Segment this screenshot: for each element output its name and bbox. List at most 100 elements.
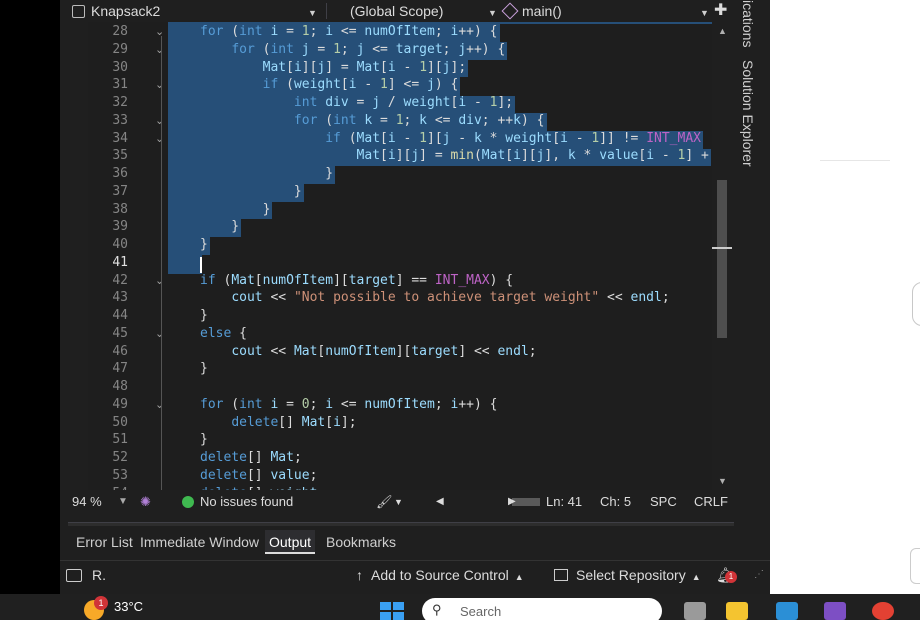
task-view-icon[interactable] [684, 602, 706, 620]
code-line[interactable]: } [200, 202, 271, 217]
code-line[interactable]: int div = j / weight[i - 1]; [200, 95, 513, 110]
side-stub [910, 548, 920, 584]
code-editor[interactable]: 28 for (int i = 1; i <= numOfItem; i++) {… [88, 22, 712, 490]
code-line[interactable]: else { [200, 326, 247, 341]
scroll-right-arrow-icon[interactable]: ▶ [508, 490, 516, 514]
caret-up-icon: ▲ [691, 572, 701, 582]
vscode-icon[interactable] [776, 602, 798, 620]
selection-mask-segment [703, 130, 712, 149]
bottom-panel-tabs: Error List Immediate Window Output Bookm… [68, 530, 768, 554]
code-line[interactable]: for (int i = 0; i <= numOfItem; i++) { [200, 397, 497, 412]
check-circle-icon [182, 496, 194, 508]
project-dropdown[interactable]: Knapsack2 [72, 0, 322, 22]
code-line[interactable]: cout << Mat[numOfItem][target] << endl; [200, 344, 536, 359]
visual-studio-icon[interactable] [824, 602, 846, 620]
whitespace-indicator[interactable]: SPC [650, 490, 677, 514]
scope-dropdown[interactable]: (Global Scope) [350, 0, 443, 22]
tab-immediate-window[interactable]: Immediate Window [136, 530, 263, 554]
code-line[interactable]: } [200, 361, 208, 376]
code-line[interactable]: } [200, 237, 208, 252]
code-line[interactable]: } [200, 184, 302, 199]
taskbar-search-input[interactable]: ⚲ Search [422, 598, 662, 620]
caret-up-icon: ▲ [514, 572, 524, 582]
notifications-bell-icon[interactable]: 🔔︎ 1 [716, 561, 740, 591]
side-tab-strip: ications Solution Explorer [736, 0, 766, 480]
vertical-scrollbar[interactable]: ▲ ▼ [712, 22, 734, 490]
scroll-up-arrow-icon[interactable]: ▲ [718, 26, 727, 36]
project-label: Knapsack2 [91, 3, 161, 19]
line-number: 33 [112, 112, 128, 128]
code-line[interactable]: } [200, 219, 239, 234]
outline-line [161, 36, 162, 490]
project-icon [72, 5, 85, 18]
split-icon[interactable]: ✚ [714, 0, 727, 22]
scope-label: (Global Scope) [350, 3, 444, 19]
column-indicator[interactable]: Ch: 5 [600, 490, 631, 514]
weather-temperature[interactable]: 33°C [114, 594, 143, 620]
tab-bookmarks[interactable]: Bookmarks [322, 530, 400, 554]
line-ending-indicator[interactable]: CRLF [694, 490, 728, 514]
scroll-down-arrow-icon[interactable]: ▼ [718, 476, 727, 486]
code-cleanup-chevron-icon[interactable]: ▼ [394, 490, 403, 514]
search-icon: ⚲ [432, 602, 442, 617]
scope-dropdown-chevron-icon[interactable]: ▼ [488, 0, 497, 22]
code-line[interactable]: Mat[i][j] = Mat[i - 1][j]; [200, 60, 467, 75]
solution-explorer-tab[interactable]: Solution Explorer [740, 60, 756, 167]
issues-indicator[interactable]: No issues found [182, 490, 293, 514]
side-bubble [912, 282, 920, 326]
code-line[interactable]: if (Mat[numOfItem][target] == INT_MAX) { [200, 273, 513, 288]
selection-gutter [168, 22, 200, 274]
selection-mask-segment [515, 95, 712, 114]
line-number: 32 [112, 95, 128, 110]
code-line[interactable]: if (Mat[i - 1][j - k * weight[i - 1]] !=… [200, 131, 701, 146]
code-line[interactable]: } [200, 308, 208, 323]
selection-mask-segment [303, 183, 712, 202]
tab-error-list[interactable]: Error List [72, 530, 137, 554]
code-line[interactable]: Mat[i][j] = min(Mat[i][j], k * value[i -… [200, 148, 709, 163]
scroll-thumb[interactable] [717, 180, 727, 338]
chrome-icon[interactable] [872, 602, 894, 620]
file-explorer-icon[interactable] [726, 602, 748, 620]
code-line[interactable]: } [200, 432, 208, 447]
tab-output[interactable]: Output [265, 530, 316, 554]
ready-status: R. [92, 567, 106, 583]
select-repository-button[interactable]: Select Repository ▲ [554, 561, 701, 591]
code-line[interactable]: delete[] Mat[i]; [200, 415, 356, 430]
line-number: 43 [112, 290, 128, 306]
divider-line [820, 160, 890, 161]
line-number: 37 [112, 183, 128, 199]
horizontal-scroll-thumb[interactable] [512, 498, 540, 506]
code-line[interactable]: if (weight[i - 1] <= j) { [200, 77, 459, 92]
code-cleanup-brush-icon[interactable]: 🖌 [376, 490, 393, 514]
zoom-level[interactable]: 94 % [72, 490, 102, 514]
line-number: 47 [112, 361, 128, 377]
navigation-bar: Knapsack2 ▼ (Global Scope) ▼ main() ▼ ✚ [64, 0, 744, 22]
project-dropdown-chevron-icon[interactable]: ▼ [308, 0, 317, 22]
code-line[interactable]: cout << "Not possible to achieve target … [200, 290, 669, 305]
notifications-tab[interactable]: ications [740, 0, 756, 47]
output-window-icon[interactable] [66, 561, 82, 591]
member-dropdown[interactable]: main() [501, 0, 562, 22]
selection-mask-segment [241, 219, 712, 238]
windows-start-icon[interactable] [380, 602, 404, 620]
add-source-control-button[interactable]: ↑ Add to Source Control ▲ [356, 561, 524, 591]
code-line[interactable]: } [200, 166, 333, 181]
zoom-chevron-icon[interactable]: ▼ [118, 490, 128, 514]
code-line[interactable]: delete[] Mat; [200, 450, 302, 465]
scroll-left-arrow-icon[interactable]: ◀ [436, 490, 444, 514]
line-number: 39 [112, 219, 128, 235]
code-line[interactable]: for (int j = 1; j <= target; j++) { [200, 42, 505, 57]
line-number: 46 [112, 343, 128, 359]
copilot-icon[interactable]: ✺ [140, 490, 151, 514]
panel-splitter[interactable] [68, 522, 734, 526]
line-indicator[interactable]: Ln: 41 [546, 490, 582, 514]
line-number: 53 [112, 467, 128, 483]
member-dropdown-chevron-icon[interactable]: ▼ [700, 0, 709, 22]
line-number: 31 [112, 77, 128, 93]
code-line[interactable]: delete[] value; [200, 468, 317, 483]
source-control-label: Add to Source Control [371, 567, 509, 583]
line-number: 52 [112, 450, 128, 465]
resize-grip-icon[interactable]: ⋰ [754, 561, 764, 591]
code-line[interactable]: for (int i = 1; i <= numOfItem; i++) { [200, 24, 497, 39]
code-line[interactable]: for (int k = 1; k <= div; ++k) { [200, 113, 545, 128]
